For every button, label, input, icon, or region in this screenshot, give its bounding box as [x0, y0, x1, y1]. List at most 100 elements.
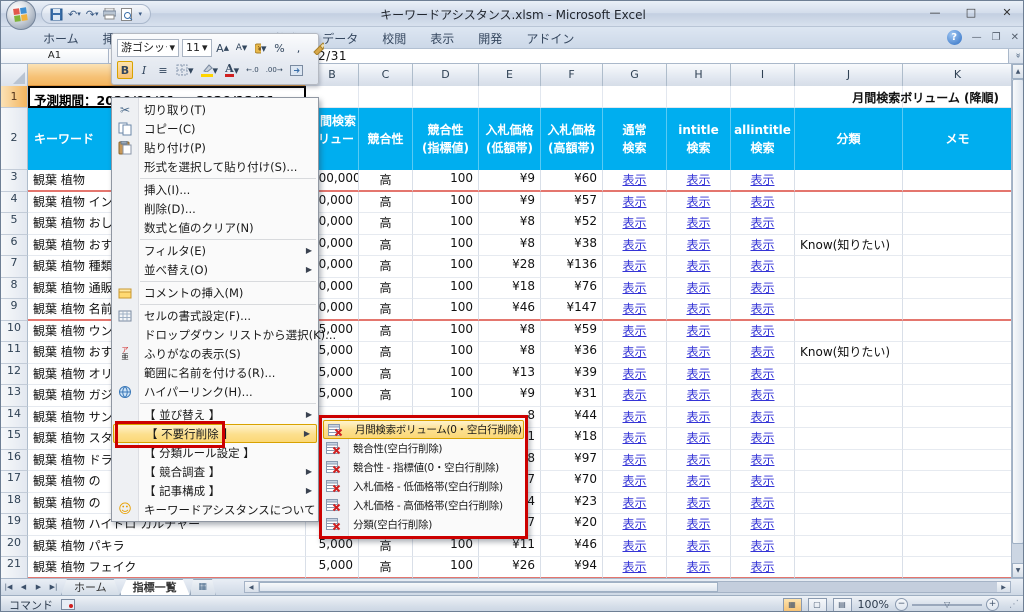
- scroll-down-icon[interactable]: ▼: [1012, 563, 1023, 578]
- row-header-18[interactable]: 18: [1, 492, 28, 514]
- shrink-font-button[interactable]: A ▼: [234, 39, 250, 57]
- row-header-13[interactable]: 13: [1, 385, 28, 407]
- cell-bid-high[interactable]: ¥36: [541, 342, 603, 364]
- show-link[interactable]: 表示: [622, 345, 646, 359]
- cell-memo[interactable]: [903, 557, 1013, 579]
- cell-bid-low[interactable]: ¥9: [479, 191, 541, 213]
- show-link[interactable]: 表示: [750, 324, 774, 338]
- center-align-icon[interactable]: ≡: [155, 61, 171, 79]
- cell-index[interactable]: 100: [413, 342, 479, 364]
- menu-item[interactable]: 貼り付け(P): [112, 138, 318, 157]
- show-link[interactable]: 表示: [686, 238, 710, 252]
- column-header-c[interactable]: C: [359, 64, 413, 87]
- table-header-e[interactable]: 入札価格 (低額帯): [479, 108, 541, 170]
- bold-button[interactable]: B: [117, 61, 133, 79]
- cell-bid-low[interactable]: ¥9: [479, 385, 541, 407]
- table-header-k[interactable]: メモ: [903, 108, 1013, 170]
- cell-keyword[interactable]: 観葉 植物 パキラ: [28, 535, 306, 557]
- show-link[interactable]: 表示: [750, 173, 774, 187]
- row-header-2[interactable]: 2: [1, 108, 28, 170]
- cell-bid-high[interactable]: ¥20: [541, 514, 603, 536]
- menu-item[interactable]: ☺ キーワードアシスタンスについて: [112, 500, 318, 519]
- scroll-up-icon[interactable]: ▲: [1012, 64, 1023, 79]
- cell-classification[interactable]: [795, 514, 903, 536]
- show-link[interactable]: 表示: [750, 453, 774, 467]
- cell-competition[interactable]: 高: [359, 342, 413, 364]
- cell-memo[interactable]: [903, 320, 1013, 342]
- cell-bid-high[interactable]: ¥76: [541, 277, 603, 299]
- show-link[interactable]: 表示: [622, 560, 646, 574]
- cell-classification[interactable]: [795, 557, 903, 579]
- row-header-11[interactable]: 11: [1, 342, 28, 364]
- show-link[interactable]: 表示: [750, 539, 774, 553]
- help-icon[interactable]: ?: [946, 30, 962, 45]
- cell-index[interactable]: 100: [413, 191, 479, 213]
- show-link[interactable]: 表示: [686, 388, 710, 402]
- cell-bid-low[interactable]: ¥13: [479, 363, 541, 385]
- row-header-1[interactable]: 1: [1, 86, 28, 108]
- show-link[interactable]: 表示: [750, 238, 774, 252]
- horizontal-scroll-thumb[interactable]: [258, 582, 718, 592]
- show-link[interactable]: 表示: [750, 345, 774, 359]
- zoom-level[interactable]: 100%: [858, 598, 889, 611]
- submenu-item[interactable]: 分類(空白行削除): [322, 515, 525, 534]
- zoom-slider[interactable]: − ▽ +: [895, 598, 999, 611]
- cell-classification[interactable]: Know(知りたい): [795, 342, 903, 364]
- show-link[interactable]: 表示: [750, 195, 774, 209]
- cell[interactable]: [667, 86, 731, 108]
- menu-item[interactable]: セルの書式設定(F)...: [112, 306, 318, 325]
- cell[interactable]: [359, 86, 413, 108]
- macro-record-icon[interactable]: [61, 599, 75, 610]
- cell-classification[interactable]: [795, 535, 903, 557]
- cell-competition[interactable]: 高: [359, 299, 413, 321]
- row-header-12[interactable]: 12: [1, 363, 28, 385]
- submenu-item[interactable]: 入札価格 - 低価格帯(空白行削除): [322, 477, 525, 496]
- show-link[interactable]: 表示: [622, 238, 646, 252]
- cell-classification[interactable]: Know(知りたい): [795, 234, 903, 256]
- cell-classification[interactable]: [795, 428, 903, 450]
- cell-competition[interactable]: 高: [359, 320, 413, 342]
- cell-classification[interactable]: [795, 471, 903, 493]
- cell-bid-high[interactable]: ¥44: [541, 406, 603, 428]
- formula-bar-expand-icon[interactable]: »: [1008, 49, 1023, 63]
- cell-classification[interactable]: [795, 170, 903, 192]
- show-link[interactable]: 表示: [622, 453, 646, 467]
- cell-bid-low[interactable]: ¥18: [479, 277, 541, 299]
- cell-classification[interactable]: [795, 320, 903, 342]
- menu-item[interactable]: ア亜ふりがなの表示(S): [112, 344, 318, 363]
- show-link[interactable]: 表示: [750, 367, 774, 381]
- cell-index[interactable]: 100: [413, 213, 479, 235]
- cell-bid-high[interactable]: ¥57: [541, 191, 603, 213]
- cell-bid-high[interactable]: ¥94: [541, 557, 603, 579]
- cell-bid-high[interactable]: ¥52: [541, 213, 603, 235]
- show-link[interactable]: 表示: [622, 195, 646, 209]
- cell-classification[interactable]: [795, 492, 903, 514]
- show-link[interactable]: 表示: [750, 496, 774, 510]
- cell-memo[interactable]: [903, 406, 1013, 428]
- menu-item[interactable]: 並べ替え(O) ▶: [112, 260, 318, 279]
- column-header-e[interactable]: E: [479, 64, 541, 87]
- cell-memo[interactable]: [903, 170, 1013, 192]
- show-link[interactable]: 表示: [750, 410, 774, 424]
- row-header-17[interactable]: 17: [1, 471, 28, 493]
- show-link[interactable]: 表示: [622, 517, 646, 531]
- percent-style-button[interactable]: %: [272, 39, 288, 57]
- table-header-j[interactable]: 分類: [795, 108, 903, 170]
- show-link[interactable]: 表示: [686, 324, 710, 338]
- column-header-k[interactable]: K: [903, 64, 1013, 87]
- cell-classification[interactable]: [795, 449, 903, 471]
- cell-memo[interactable]: [903, 492, 1013, 514]
- menu-item[interactable]: ✂ 切り取り(T): [112, 100, 318, 119]
- ribbon-tab-校閲[interactable]: 校閲: [370, 27, 418, 49]
- cell-bid-low[interactable]: ¥8: [479, 320, 541, 342]
- show-link[interactable]: 表示: [622, 539, 646, 553]
- cell-classification[interactable]: [795, 299, 903, 321]
- cell-memo[interactable]: [903, 363, 1013, 385]
- cell-competition[interactable]: 高: [359, 191, 413, 213]
- column-header-g[interactable]: G: [603, 64, 667, 87]
- cell-bid-high[interactable]: ¥70: [541, 471, 603, 493]
- cell-classification[interactable]: [795, 213, 903, 235]
- show-link[interactable]: 表示: [750, 216, 774, 230]
- ribbon-tab-開発[interactable]: 開発: [466, 27, 514, 49]
- row-header-16[interactable]: 16: [1, 449, 28, 471]
